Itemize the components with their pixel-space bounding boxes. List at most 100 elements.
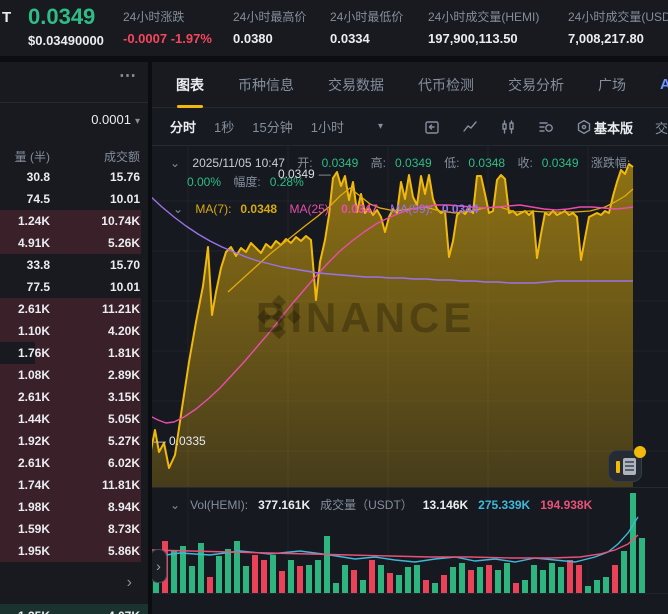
tab-1[interactable]: 币种信息 — [238, 75, 294, 95]
ask-turnover: 8.94K — [107, 500, 140, 514]
collapse-icon[interactable]: ⌄ — [170, 156, 180, 170]
volume-bar — [414, 565, 420, 593]
interval-分时[interactable]: 分时 — [170, 117, 196, 136]
expand-orderbook-icon[interactable]: › — [127, 574, 132, 592]
volume-bar — [261, 560, 267, 593]
open-value: 0.0349 — [321, 156, 359, 170]
volume-bar — [486, 565, 492, 593]
change-value: 0.00% — [187, 175, 222, 189]
volume-bar — [558, 567, 564, 593]
ask-amount: 2.61K — [17, 390, 50, 404]
stat-value: 7,008,217.80 — [568, 31, 644, 46]
stat-label: 24小时最高价 — [233, 10, 307, 24]
tick-size-value: 0.0001 — [91, 112, 131, 127]
low-label: 低: — [444, 156, 460, 170]
ask-amount: 2.61K — [17, 456, 50, 470]
chart-toolbar: 分时 1秒 15分钟 1小时 ▾ 基本版 交 — [152, 108, 668, 146]
candle-datetime: 2025/11/05 10:47 — [192, 156, 285, 170]
tab-4[interactable]: 交易分析 — [508, 75, 564, 95]
orderbook-row[interactable]: 4.91K 5.26K — [0, 232, 148, 254]
orderbook-row[interactable]: 1.92K 5.27K — [0, 430, 148, 452]
ma25-label: MA(25): — [289, 202, 333, 216]
calendar-restore-icon[interactable] — [423, 118, 441, 136]
ask-turnover: 11.81K — [101, 478, 140, 492]
stat-label: 24小时成交量(USD — [568, 10, 668, 24]
volume-bar — [189, 566, 195, 593]
orderbook-row[interactable]: 1.08K 2.89K — [0, 364, 148, 386]
volume-bar — [423, 580, 429, 593]
divider — [0, 102, 148, 103]
ask-amount: 1.10K — [17, 324, 50, 338]
orderbook-row[interactable]: 1.24K 10.74K — [0, 210, 148, 232]
stat-label: 24小时成交量(HEMI) — [428, 10, 540, 24]
ask-amount: 74.5 — [26, 192, 50, 206]
collapse-icon[interactable]: ⌄ — [170, 498, 180, 512]
interval-1小时[interactable]: 1小时 — [311, 117, 344, 136]
volume-bar — [342, 565, 348, 593]
ask-turnover: 5.27K — [107, 434, 140, 448]
basic-version-button[interactable]: 基本版 — [594, 118, 633, 137]
interval-15分钟[interactable]: 15分钟 — [252, 117, 292, 136]
ask-amount: 30.8 — [26, 170, 50, 184]
tab-0[interactable]: 图表 — [176, 75, 204, 95]
ask-turnover: 15.76 — [109, 170, 140, 184]
orderbook-ask-rows: 30.8 15.76 74.5 10.01 1.24K 10.74K 4.91K 5.26K 3… — [0, 166, 148, 562]
chart-panel: 图表 币种信息 交易数据 代币检测 交易分析 广场 Ai 分时 1秒 15分钟 1小时 ▾ 基本版… — [152, 62, 668, 614]
ask-amount: 1.59K — [17, 522, 50, 536]
orderbook-row[interactable]: 30.8 15.76 — [0, 166, 148, 188]
orderbook-row[interactable]: 1.76K 1.81K — [0, 342, 148, 364]
orderbook-bid-row[interactable]: 1.35K 4.07K — [0, 604, 148, 614]
orderbook-row[interactable]: 1.59K 8.73K — [0, 518, 148, 540]
volume-bar — [477, 567, 483, 593]
volume-bar — [234, 541, 240, 593]
orderbook-row[interactable]: 1.10K 4.20K — [0, 320, 148, 342]
tick-size-select[interactable]: 0.0001 ▾ — [91, 112, 140, 127]
expand-pane-button[interactable]: › — [152, 549, 167, 583]
turnover-column-header: 成交额 — [103, 150, 140, 164]
ma99-value: 0.0344 — [441, 202, 479, 216]
orderbook-row[interactable]: 1.95K 5.86K — [0, 540, 148, 562]
indicators-icon[interactable] — [537, 118, 555, 136]
orderbook-row[interactable]: 33.8 15.70 — [0, 254, 148, 276]
orderbook-row[interactable]: 74.5 10.01 — [0, 188, 148, 210]
volume-bar — [621, 551, 627, 593]
volume-bar — [495, 570, 501, 593]
orderbook-panel: ⋯ 0.0001 ▾ 量 (半) 成交额 30.8 15.76 74.5 10.01 1.… — [0, 62, 148, 614]
volume-bar — [522, 580, 528, 593]
ma99-label: MA(99): — [390, 202, 433, 216]
ai-tab[interactable]: Ai — [660, 76, 668, 93]
more-options-icon[interactable]: ⋯ — [119, 66, 138, 86]
volume-bar — [594, 580, 600, 593]
tab-5[interactable]: 广场 — [598, 75, 626, 95]
volume-bar — [207, 577, 213, 593]
orderbook-row[interactable]: 1.98K 8.94K — [0, 496, 148, 518]
candlestick-icon[interactable] — [499, 118, 517, 136]
tab-2[interactable]: 交易数据 — [328, 75, 384, 95]
interval-1秒[interactable]: 1秒 — [214, 117, 234, 136]
orderbook-row[interactable]: 1.74K 11.81K — [0, 474, 148, 496]
orderbook-row[interactable]: 77.5 10.01 — [0, 276, 148, 298]
orderbook-row[interactable]: 2.61K 3.15K — [0, 386, 148, 408]
low-value: 0.0348 — [468, 156, 506, 170]
volume-pane[interactable]: ⌄ Vol(HEMI): 377.161K 成交量（USDT） 13.146K … — [152, 487, 668, 614]
settings-icon[interactable] — [575, 118, 593, 136]
volume-bar — [450, 567, 456, 593]
ask-turnover: 3.15K — [107, 390, 140, 404]
interval-dropdown-icon[interactable]: ▾ — [378, 121, 383, 132]
tradingview-button-clipped[interactable]: 交 — [655, 118, 668, 137]
ma7-value: 0.0348 — [240, 202, 278, 216]
chart-side-panel-toggle-button[interactable] — [608, 446, 646, 482]
ask-turnover: 8.73K — [107, 522, 140, 536]
collapse-icon[interactable]: ⌄ — [173, 202, 183, 216]
ask-turnover: 15.70 — [109, 258, 140, 272]
bid-turnover: 4.07K — [108, 609, 140, 614]
line-chart-style-icon[interactable] — [461, 118, 479, 136]
volume-bar — [252, 555, 258, 593]
tab-3[interactable]: 代币检测 — [418, 75, 474, 95]
price-chart[interactable]: BINANCE ⌄ 2025/11/05 10:47 开: 0.0349 高: 0.… — [152, 146, 668, 487]
orderbook-row[interactable]: 2.61K 6.02K — [0, 452, 148, 474]
ask-turnover: 10.01 — [109, 280, 140, 294]
orderbook-row[interactable]: 2.61K 11.21K — [0, 298, 148, 320]
volume-bar — [315, 560, 321, 593]
orderbook-row[interactable]: 1.44K 5.05K — [0, 408, 148, 430]
